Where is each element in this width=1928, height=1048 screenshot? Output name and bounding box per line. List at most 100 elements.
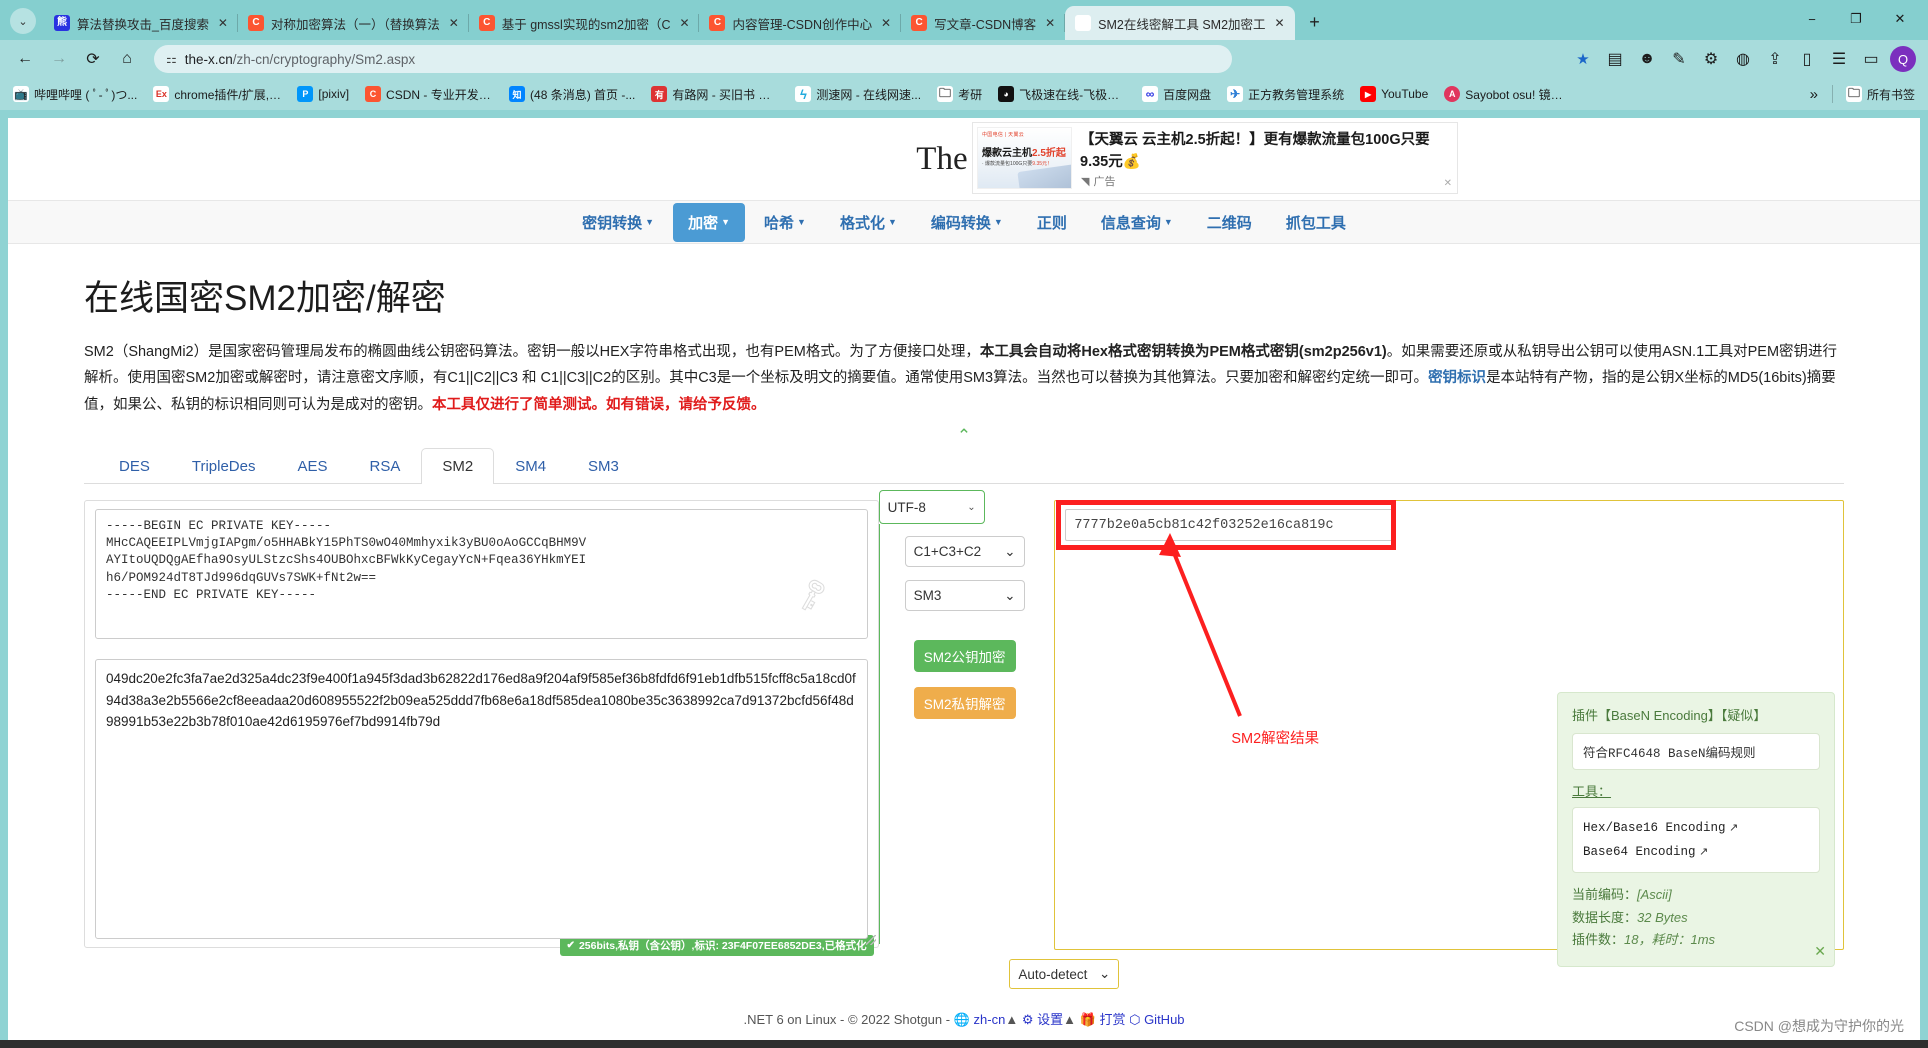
nav-item-hash[interactable]: 哈希 ▼ [749,203,821,242]
nav-item-regex[interactable]: 正则 [1022,203,1082,242]
bookmark-item[interactable]: 有 有路网 - 买旧书 上... [644,83,786,106]
nav-label: 编码转换 [930,214,991,232]
profile-avatar[interactable]: Q [1888,44,1918,74]
pen-icon[interactable]: ✎ [1664,44,1694,74]
globe-icon[interactable]: ◍ [1728,44,1758,74]
back-icon[interactable]: ← [10,44,40,74]
nav-label: 格式化 [839,214,885,232]
nav-item-encoding[interactable]: 编码转换 ▼ [916,203,1018,242]
desc-part: SM2（ShangMi2）是国家密码管理局发布的椭圆曲线公钥密码算法。密钥一般以… [84,344,980,360]
cipher-order-select[interactable]: C1+C3+C2 ⌄ [904,536,1025,568]
share-icon[interactable]: ⇪ [1760,44,1790,74]
tab-close-icon[interactable]: ✕ [1273,16,1287,30]
tab-close-icon[interactable]: ✕ [677,16,691,30]
bookmark-item[interactable]: C CSDN - 专业开发者... [358,83,500,106]
bookmark-item[interactable]: 知 (48 条消息) 首页 -... [502,83,642,106]
bookmark-item[interactable]: ▶ YouTube [1353,83,1435,105]
bookmark-item[interactable]: P [pixiv] [290,83,356,105]
all-bookmarks-button[interactable]: 🗀 所有书签 [1839,83,1922,106]
encoding-select[interactable]: UTF-8 ⌄ [878,490,985,525]
nav-item-encrypt[interactable]: 加密 ▼ [673,202,746,242]
nav-item-format[interactable]: 格式化 ▼ [825,203,912,242]
plugin-tool-link[interactable]: Hex/Base16 Encoding ↗ [1583,816,1809,840]
private-key-input[interactable]: -----BEGIN EC PRIVATE KEY----- MHcCAQEEI… [95,509,868,640]
sidebar-icon[interactable]: ▭ [1856,44,1886,74]
browser-tab[interactable]: C 内容管理-CSDN创作中心 ✕ [699,6,901,40]
minimize-button[interactable]: − [1790,4,1834,34]
ad-close-icon[interactable]: ✕ [1444,178,1452,189]
forward-icon[interactable]: → [44,44,74,74]
github-link[interactable]: GitHub [1144,1012,1184,1027]
bookmarks-overflow-icon[interactable]: » [1802,84,1826,105]
plugin-tool-link[interactable]: Base64 Encoding ↗ [1583,840,1809,864]
tabs-icon[interactable]: ▯ [1792,44,1822,74]
nav-item-info-query[interactable]: 信息查询 ▼ [1086,203,1188,242]
browser-tab-active[interactable]: ⚘ SM2在线密解工具 SM2加密工 ✕ [1065,6,1295,40]
bookmark-item[interactable]: A Sayobot osu! 镜像... [1437,83,1579,106]
browser-tab[interactable]: C 基于 gmssl实现的sm2加密（C ✕ [469,6,700,40]
star-icon[interactable]: ★ [1568,44,1598,74]
autodetect-select[interactable]: Auto-detect ⌄ [1009,959,1120,990]
address-bar[interactable]: ⚏ the-x.cn/zh-cn/cryptography/Sm2.aspx [154,45,1232,73]
plugin-tool-label: Base64 Encoding [1583,845,1696,859]
reload-icon[interactable]: ⟳ [78,44,108,74]
sayobot-icon: A [1444,86,1461,102]
tab-close-icon[interactable]: ✕ [879,16,893,30]
nav-item-packet-tool[interactable]: 抓包工具 [1271,203,1361,242]
close-window-button[interactable]: ✕ [1878,4,1922,34]
tab-rsa[interactable]: RSA [349,448,422,484]
divider [1831,85,1833,103]
bookmark-item[interactable]: ∞ 百度网盘 [1135,83,1218,106]
result-input[interactable]: 7777b2e0a5cb81c42f03252e16ca819c [1065,509,1396,542]
hash-algorithm-select[interactable]: SM3 ⌄ [904,580,1025,612]
bookmark-item[interactable]: Ex chrome插件/扩展,c... [146,83,288,106]
chevron-down-icon: ⌄ [1004,587,1016,603]
split-screen-icon[interactable]: ▤ [1600,44,1630,74]
bookmark-label: Sayobot osu! 镜像... [1465,87,1573,102]
external-link-icon: ↗ [1729,822,1739,835]
tab-aes[interactable]: AES [276,448,348,484]
footer-text: .NET 6 on Linux - © 2022 Shotgun - [743,1012,951,1027]
ciphertext-input[interactable]: 049dc20e2fc3fa7ae2d325a4dc23f9e400f1a945… [95,659,868,940]
site-info-icon[interactable]: ⚏ [166,52,177,66]
bookmark-folder[interactable]: 🗀 考研 [930,83,989,106]
bookmark-item[interactable]: ϟ 测速网 - 在线网速... [788,83,928,106]
bookmark-item[interactable]: ✈ 正方教务管理系统 [1220,83,1351,106]
settings-link[interactable]: 设置 [1037,1012,1063,1027]
tab-des[interactable]: DES [98,448,171,484]
decrypt-button[interactable]: SM2私钥解密 [913,687,1016,720]
tab-search-button[interactable]: ⌄ [10,8,36,34]
plugin-meta-value: 32 Bytes [1637,909,1688,925]
autodetect-value: Auto-detect [1018,966,1088,982]
tab-tripledes[interactable]: TripleDes [171,448,277,484]
tab-sm3[interactable]: SM3 [567,448,640,484]
advertisement[interactable]: 中国电信 | 天翼云 爆款云主机2.5折起 · 爆款流量包100G只要9.35元… [972,122,1458,194]
key-identifier-link[interactable]: 密钥标识 [1428,370,1486,386]
home-icon[interactable]: ⌂ [112,44,142,74]
ad-headline[interactable]: 【天翼云 云主机2.5折起！】更有爆款流量包100G只要9.35元💰 [1080,127,1453,189]
nav-item-key-convert[interactable]: 密钥转换 ▼ [567,203,669,242]
collapse-toggle-icon[interactable]: ⌃ [84,426,1844,446]
puzzle-icon[interactable]: ⚙ [1696,44,1726,74]
new-tab-button[interactable]: + [1301,8,1329,36]
maximize-button[interactable]: ❐ [1834,4,1878,34]
plugin-close-icon[interactable]: ✕ [1814,943,1826,960]
resize-handle[interactable] [865,935,876,946]
donate-link[interactable]: 打赏 [1099,1012,1125,1027]
bookmark-item[interactable]: 📺 哔哩哔哩 ( ﾟ- ﾟ)つ... [6,83,144,106]
browser-tab[interactable]: C 写文章-CSDN博客 ✕ [901,6,1066,40]
tab-close-icon[interactable]: ✕ [216,16,230,30]
tab-sm2[interactable]: SM2 [421,448,495,485]
tab-close-icon[interactable]: ✕ [1043,16,1057,30]
tab-sm4[interactable]: SM4 [494,448,567,484]
check-circle-icon: ✔ [566,940,575,952]
bookmark-item[interactable]: ◕ 飞极速在线-飞极速... [991,83,1133,106]
face-icon[interactable]: ☻ [1632,44,1662,74]
tab-close-icon[interactable]: ✕ [447,16,461,30]
nav-item-qrcode[interactable]: 二维码 [1192,203,1267,242]
browser-tab[interactable]: C 对称加密算法（一）（替换算法 ✕ [238,6,469,40]
list-icon[interactable]: ☰ [1824,44,1854,74]
encrypt-button[interactable]: SM2公钥加密 [913,640,1016,673]
browser-tab[interactable]: 熊 算法替换攻击_百度搜索 ✕ [44,6,238,40]
language-link[interactable]: zh-cn [974,1012,1006,1027]
